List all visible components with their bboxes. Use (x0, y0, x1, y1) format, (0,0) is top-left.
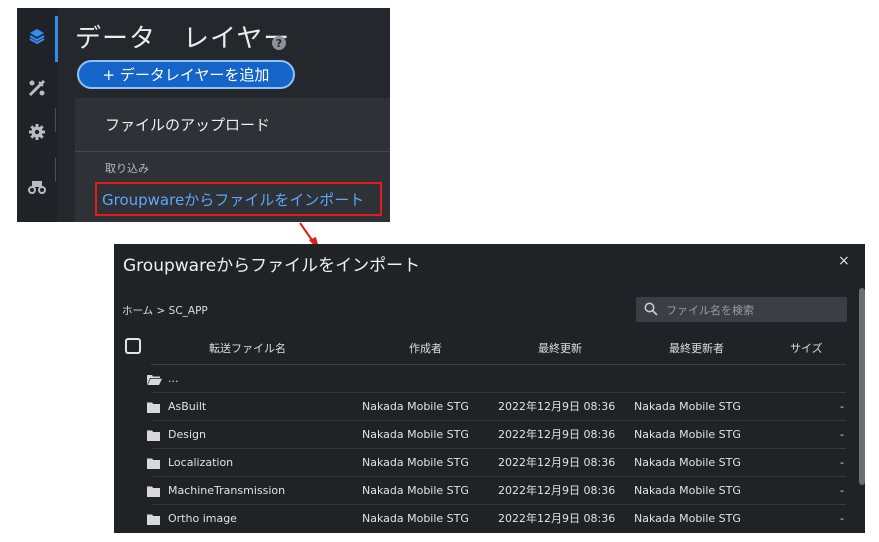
table-row[interactable]: Localization Nakada Mobile STG 2022年12月9… (114, 449, 854, 477)
parent-folder-row[interactable]: ... (114, 365, 854, 393)
open-folder-icon (147, 375, 162, 385)
scrollbar[interactable] (859, 288, 865, 485)
breadcrumb[interactable]: ホーム > SC_APP (122, 303, 208, 318)
row-creator: Nakada Mobile STG (362, 400, 469, 413)
folder-icon (147, 458, 160, 469)
folder-icon (147, 486, 160, 497)
row-name: Design (168, 428, 206, 441)
row-modified: 2022年12月9日 08:36 (498, 484, 616, 497)
row-name: MachineTransmission (168, 484, 286, 497)
column-header-modified-by[interactable]: 最終更新者 (669, 340, 724, 356)
row-size: - (840, 428, 844, 441)
row-creator: Nakada Mobile STG (362, 428, 469, 441)
row-modified: 2022年12月9日 08:36 (498, 400, 616, 413)
row-modified: 2022年12月9日 08:36 (498, 428, 616, 441)
close-button[interactable]: × (838, 253, 850, 269)
row-creator: Nakada Mobile STG (362, 484, 469, 497)
search-box[interactable] (636, 297, 847, 322)
row-name: AsBuilt (168, 400, 207, 413)
row-modified: 2022年12月9日 08:36 (498, 512, 616, 525)
parent-folder-label: ... (168, 372, 179, 385)
row-modified: 2022年12月9日 08:36 (498, 456, 616, 469)
row-size: - (840, 512, 844, 525)
column-header-name[interactable]: 転送ファイル名 (209, 340, 286, 356)
select-all-checkbox[interactable] (125, 338, 141, 354)
column-header-modified[interactable]: 最終更新 (538, 340, 582, 356)
folder-icon (147, 514, 160, 525)
row-creator: Nakada Mobile STG (362, 512, 469, 525)
column-header-creator[interactable]: 作成者 (409, 340, 442, 356)
row-size: - (840, 456, 844, 469)
row-size: - (840, 400, 844, 413)
table-row[interactable]: Design Nakada Mobile STG 2022年12月9日 08:3… (114, 421, 854, 449)
dialog-title: Groupwareからファイルをインポート (123, 256, 421, 276)
row-modified-by: Nakada Mobile STG (634, 400, 741, 413)
folder-icon (147, 430, 160, 441)
row-modified-by: Nakada Mobile STG (634, 484, 741, 497)
table-row[interactable]: MachineTransmission Nakada Mobile STG 20… (114, 477, 854, 505)
search-icon (644, 302, 658, 316)
import-dialog: Groupwareからファイルをインポート × ホーム > SC_APP 転送フ… (114, 244, 865, 533)
row-name: Localization (168, 456, 234, 469)
search-input[interactable] (664, 300, 843, 321)
row-size: - (840, 484, 844, 497)
row-modified-by: Nakada Mobile STG (634, 456, 741, 469)
row-modified-by: Nakada Mobile STG (634, 428, 741, 441)
folder-icon (147, 402, 160, 413)
column-header-size[interactable]: サイズ (790, 340, 823, 356)
row-modified-by: Nakada Mobile STG (634, 512, 741, 525)
row-name: Ortho image (168, 512, 237, 525)
row-creator: Nakada Mobile STG (362, 456, 469, 469)
table-row[interactable]: AsBuilt Nakada Mobile STG 2022年12月9日 08:… (114, 393, 854, 421)
table-row[interactable]: Ortho image Nakada Mobile STG 2022年12月9日… (114, 505, 854, 533)
